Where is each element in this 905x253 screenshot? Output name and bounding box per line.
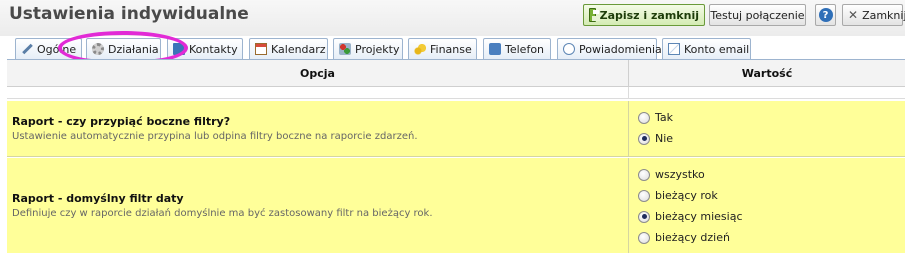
save-icon (589, 8, 600, 22)
settings-tabs: Ogólne Działania Kontakty Kalendarz Proj… (0, 36, 905, 59)
save-and-close-label: Zapisz i zamknij (599, 8, 699, 22)
save-and-close-button[interactable]: Zapisz i zamknij (583, 4, 705, 26)
tab-label: Ogólne (37, 42, 77, 56)
option-cell: Raport - domyślny filtr daty Definiuje c… (7, 158, 629, 253)
speech-bubble-icon (563, 43, 575, 55)
radio-biezacy-dzien[interactable]: bieżący dzień (638, 231, 730, 244)
tab-label: Projekty (355, 42, 400, 56)
table-spacer-row (7, 87, 905, 99)
tab-powiadomienia[interactable]: Powiadomienia (557, 38, 662, 59)
radio-wszystko[interactable]: wszystko (638, 168, 705, 181)
radio-button[interactable] (638, 111, 650, 124)
option-cell: Raport - czy przypiąć boczne filtry? Ust… (7, 101, 629, 156)
contacts-icon (173, 43, 185, 55)
option-title: Raport - czy przypiąć boczne filtry? (12, 115, 231, 128)
radio-button[interactable] (638, 210, 650, 223)
table-row: Raport - czy przypiąć boczne filtry? Ust… (7, 101, 905, 157)
option-description: Ustawienie automatycznie przypina lub od… (12, 131, 418, 142)
page-header: Ustawienia indywidualne Zapisz i zamknij… (0, 0, 905, 36)
radio-label: Tak (655, 111, 674, 124)
wrench-icon (21, 43, 33, 55)
page-title: Ustawienia indywidualne (9, 4, 249, 24)
radio-tak[interactable]: Tak (638, 111, 673, 124)
radio-button[interactable] (638, 132, 650, 145)
tab-label: Działania (108, 42, 159, 56)
tab-label: Kalendarz (271, 42, 326, 56)
tab-label: Finanse (430, 42, 472, 56)
option-title: Raport - domyślny filtr daty (12, 192, 184, 205)
radio-biezacy-rok[interactable]: bieżący rok (638, 189, 718, 202)
coins-icon (414, 43, 426, 55)
help-icon: ? (818, 8, 833, 22)
tab-konto-email[interactable]: Konto email (662, 38, 751, 59)
tab-telefon[interactable]: Telefon (483, 38, 551, 59)
close-label: Zamknij (862, 8, 905, 22)
calendar-icon (255, 43, 267, 55)
settings-table: Opcja Wartość Raport - czy przypiąć bocz… (7, 59, 905, 253)
tab-kalendarz[interactable]: Kalendarz (249, 38, 328, 59)
value-cell: Tak Nie (629, 101, 905, 156)
radio-label: bieżący miesiąc (655, 210, 743, 223)
close-icon: ✕ (848, 8, 859, 22)
radio-button[interactable] (638, 168, 650, 181)
tab-finanse[interactable]: Finanse (408, 38, 477, 59)
radio-label: Nie (655, 132, 674, 145)
tab-ogolne[interactable]: Ogólne (15, 38, 82, 59)
envelope-icon (668, 43, 680, 55)
value-cell: wszystko bieżący rok bieżący miesiąc bie… (629, 158, 905, 253)
tab-label: Kontakty (189, 42, 238, 56)
tab-label: Telefon (505, 42, 545, 56)
radio-label: wszystko (655, 168, 705, 181)
tab-kontakty[interactable]: Kontakty (167, 38, 243, 59)
radio-label: bieżący dzień (655, 231, 730, 244)
test-connection-button[interactable]: Testuj połączenie (709, 4, 806, 26)
radio-button[interactable] (638, 189, 650, 202)
gear-icon (92, 43, 104, 55)
close-button[interactable]: ✕ Zamknij (842, 4, 905, 26)
tab-dzialania[interactable]: Działania (86, 38, 161, 59)
radio-label: bieżący rok (655, 189, 718, 202)
radio-biezacy-miesiac[interactable]: bieżący miesiąc (638, 210, 743, 223)
option-description: Definiuje czy w raporcie działań domyśln… (12, 208, 433, 219)
phone-icon (489, 43, 501, 55)
table-row: Raport - domyślny filtr daty Definiuje c… (7, 158, 905, 253)
radio-nie[interactable]: Nie (638, 132, 673, 145)
tab-label: Powiadomienia (579, 42, 662, 56)
test-connection-label: Testuj połączenie (710, 8, 805, 22)
column-header-value: Wartość (629, 60, 905, 87)
help-button[interactable]: ? (815, 4, 836, 26)
tab-label: Konto email (684, 42, 750, 56)
column-header-option: Opcja (7, 60, 629, 87)
radio-button[interactable] (638, 231, 650, 244)
tab-projekty[interactable]: Projekty (333, 38, 403, 59)
projects-icon (339, 43, 351, 55)
